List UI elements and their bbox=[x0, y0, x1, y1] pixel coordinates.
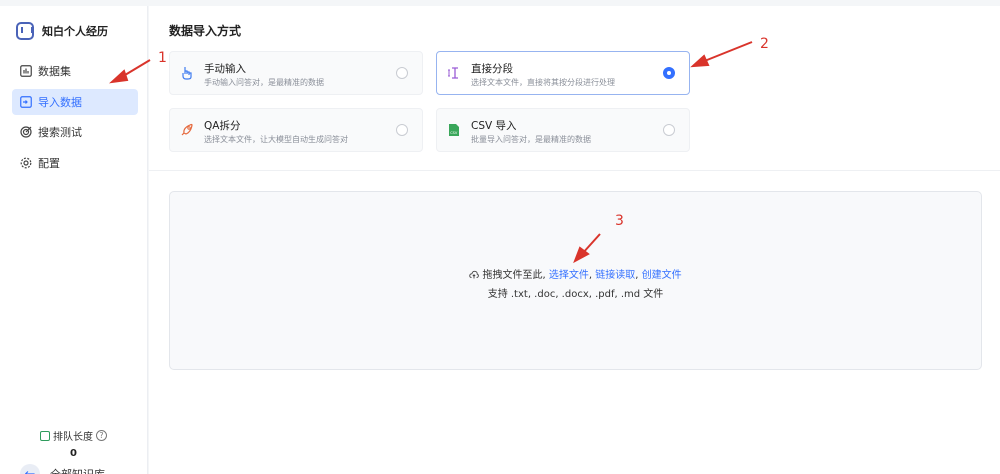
separator: , bbox=[588, 270, 593, 281]
option-title: CSV 导入 bbox=[471, 120, 517, 132]
sidebar-item-label: 数据集 bbox=[38, 65, 71, 78]
sidebar-item-import-data[interactable]: 导入数据 bbox=[12, 88, 138, 115]
option-title: 直接分段 bbox=[471, 63, 513, 75]
target-icon bbox=[20, 126, 32, 138]
option-desc: 选择文本文件，直接将其按分段进行处理 bbox=[471, 78, 615, 87]
option-title: QA拆分 bbox=[204, 120, 241, 132]
dropzone-prefix: 拖拽文件至此, bbox=[482, 270, 546, 281]
supported-formats: 支持 .txt, .doc, .docx, .pdf, .md 文件 bbox=[487, 289, 664, 300]
option-desc: 手动输入问答对，是最精准的数据 bbox=[204, 78, 324, 87]
file-dropzone[interactable]: 拖拽文件至此, 选择文件, 链接读取, 创建文件 支持 .txt, .doc, … bbox=[169, 191, 982, 370]
page-title: 数据导入方式 bbox=[169, 24, 242, 38]
separator: , bbox=[635, 270, 639, 281]
main-panel: 数据导入方式 手动输入 手动输入问答对，是最精准的数据 直接分段 选择文本文件，… bbox=[149, 6, 1000, 474]
import-icon bbox=[20, 95, 32, 108]
text-cursor-icon bbox=[447, 66, 461, 80]
sidebar-item-search-test[interactable]: 搜索测试 bbox=[12, 119, 138, 145]
option-radio-selected[interactable] bbox=[663, 67, 675, 79]
option-title: 手动输入 bbox=[204, 63, 246, 75]
sidebar-nav: 数据集 导入数据 搜索测试 配置 bbox=[12, 58, 138, 180]
option-radio[interactable] bbox=[396, 124, 408, 136]
annotation-label-3: 3 bbox=[615, 213, 624, 229]
option-desc: 选择文本文件，让大模型自动生成问答对 bbox=[204, 135, 348, 144]
dropzone-instructions: 拖拽文件至此, 选择文件, 链接读取, 创建文件 bbox=[170, 266, 981, 281]
option-qa-split[interactable]: QA拆分 选择文本文件，让大模型自动生成问答对 bbox=[169, 108, 423, 152]
brand-name: 知白个人经历 bbox=[42, 25, 108, 38]
bar-chart-icon bbox=[20, 65, 32, 77]
annotation-label-1: 1 bbox=[158, 50, 167, 66]
arrow-left-icon: ← bbox=[20, 464, 40, 474]
section-divider bbox=[149, 170, 1000, 171]
option-csv-import[interactable]: CSV CSV 导入 批量导入问答对，是最精准的数据 bbox=[436, 108, 690, 152]
queue-chart-icon bbox=[40, 430, 50, 441]
create-file-link[interactable]: 创建文件 bbox=[642, 270, 682, 281]
option-desc: 批量导入问答对，是最精准的数据 bbox=[471, 135, 591, 144]
option-manual-input[interactable]: 手动输入 手动输入问答对，是最精准的数据 bbox=[169, 51, 423, 95]
back-to-all-knowledge-bases[interactable]: ← 全部知识库 bbox=[20, 464, 105, 474]
annotation-label-2: 2 bbox=[760, 36, 769, 52]
queue-value: 0 bbox=[70, 448, 77, 459]
link-read-link[interactable]: 链接读取 bbox=[595, 270, 635, 281]
gear-icon bbox=[20, 157, 32, 169]
brand: 知白个人经历 bbox=[16, 22, 108, 40]
sidebar-item-label: 搜索测试 bbox=[38, 126, 82, 139]
option-radio[interactable] bbox=[663, 124, 675, 136]
queue-label: 排队长度 bbox=[53, 432, 93, 443]
sidebar-item-label: 导入数据 bbox=[38, 95, 82, 109]
help-icon[interactable]: ? bbox=[96, 430, 107, 441]
hand-pointer-icon bbox=[180, 66, 194, 80]
svg-text:CSV: CSV bbox=[450, 131, 458, 135]
option-radio[interactable] bbox=[396, 67, 408, 79]
cloud-upload-icon bbox=[469, 270, 482, 281]
back-label: 全部知识库 bbox=[50, 466, 105, 474]
sidebar: 知白个人经历 数据集 导入数据 搜索测试 配置 排队长度 ? 0 ← bbox=[0, 6, 148, 474]
sidebar-item-datasets[interactable]: 数据集 bbox=[12, 58, 138, 84]
queue-length: 排队长度 ? bbox=[40, 428, 107, 443]
option-direct-split[interactable]: 直接分段 选择文本文件，直接将其按分段进行处理 bbox=[436, 51, 690, 95]
rocket-icon bbox=[180, 123, 194, 137]
sidebar-item-config[interactable]: 配置 bbox=[12, 150, 138, 176]
select-file-link[interactable]: 选择文件 bbox=[549, 270, 589, 281]
sidebar-item-label: 配置 bbox=[38, 156, 60, 170]
knowledge-base-logo-icon bbox=[16, 22, 34, 40]
csv-file-icon: CSV bbox=[447, 123, 461, 137]
